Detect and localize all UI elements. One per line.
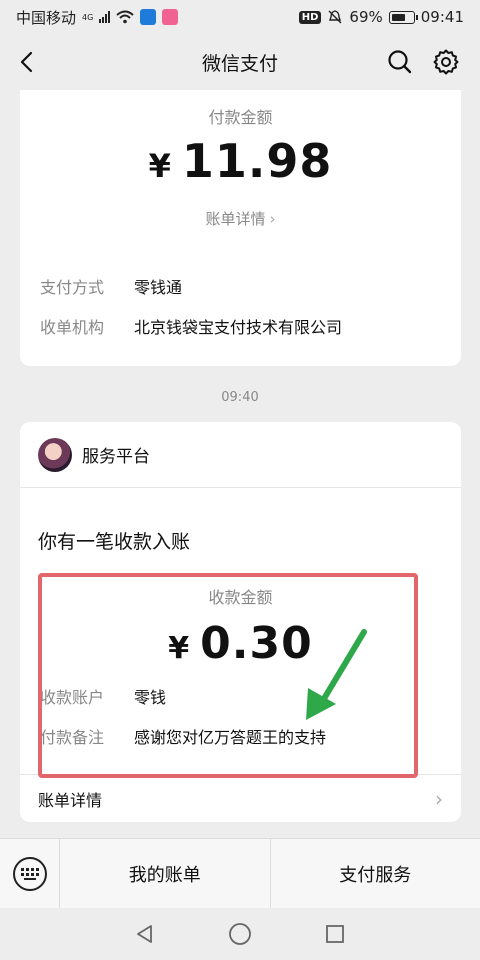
avatar — [38, 437, 72, 472]
service-header[interactable]: 服务平台 — [20, 422, 461, 488]
chevron-right-icon: › — [435, 786, 443, 811]
hd-badge: HD — [298, 10, 322, 24]
nav-bar: 微信支付 — [0, 34, 480, 90]
merchant-row: 收单机构 北京钱袋宝支付技术有限公司 — [40, 314, 342, 338]
chevron-right-icon: › — [269, 210, 276, 228]
keyboard-toggle-button[interactable] — [0, 838, 60, 909]
battery-percent: 69% — [349, 8, 383, 26]
payment-amount-label: 付款金额 — [208, 108, 273, 127]
row-value: 北京钱袋宝支付技术有限公司 — [134, 318, 343, 337]
bottom-menu: 我的账单 支付服务 — [0, 838, 480, 909]
network-type: 4G — [82, 12, 94, 22]
service-name: 服务平台 — [82, 447, 150, 467]
payment-card[interactable]: 付款金额 ¥11.98 账单详情 › 支付方式 零钱通 收单机构 北京钱袋宝支付技… — [20, 90, 461, 366]
mute-icon — [328, 10, 342, 24]
system-nav-bar — [0, 908, 480, 960]
carrier-label: 中国移动 — [16, 8, 77, 27]
wifi-icon — [116, 10, 134, 24]
payment-method-row: 支付方式 零钱通 — [40, 274, 182, 298]
bill-detail-row[interactable]: 账单详情 › — [20, 774, 461, 822]
app-notification-icon — [140, 9, 157, 25]
message-timestamp: 09:40 — [221, 390, 259, 405]
payment-amount: ¥11.98 — [148, 134, 333, 188]
row-value: 零钱通 — [134, 278, 183, 297]
bill-detail-link[interactable]: 账单详情 › — [20, 208, 461, 229]
back-triangle-icon[interactable] — [134, 923, 156, 945]
row-key: 收单机构 — [40, 318, 105, 337]
gear-icon[interactable] — [432, 48, 460, 76]
page-title: 微信支付 — [201, 52, 278, 75]
clock: 09:41 — [420, 8, 464, 26]
back-icon[interactable] — [14, 48, 42, 76]
recents-square-icon[interactable] — [324, 923, 346, 945]
bill-detail-label: 账单详情 — [38, 790, 103, 810]
battery-icon — [388, 10, 418, 24]
keyboard-icon — [20, 867, 39, 880]
search-icon[interactable] — [386, 48, 414, 76]
app-notification-icon-2 — [162, 9, 179, 25]
status-bar: 中国移动 4G HD 69% 09:41 — [0, 0, 480, 34]
signal-icon — [99, 11, 111, 23]
menu-my-bills[interactable]: 我的账单 — [60, 839, 270, 909]
arrow-annotation-icon — [306, 629, 367, 720]
home-circle-icon[interactable] — [228, 922, 252, 946]
row-key: 支付方式 — [40, 278, 105, 297]
receipt-notice: 你有一笔收款入账 — [38, 531, 191, 553]
menu-payment-services[interactable]: 支付服务 — [269, 838, 480, 909]
